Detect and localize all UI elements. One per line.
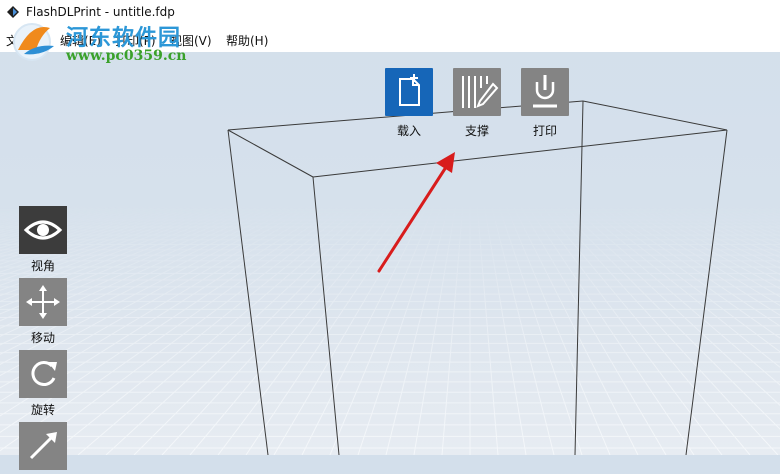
- load-label: 载入: [396, 124, 421, 138]
- support-pencil-icon: [462, 76, 499, 108]
- view-angle-button[interactable]: [19, 206, 67, 254]
- menu-help[interactable]: 帮助(H): [226, 32, 268, 49]
- rotate-icon: [31, 361, 57, 386]
- load-button[interactable]: [385, 68, 433, 116]
- file-add-icon: [399, 74, 420, 106]
- build-volume-box: [227, 100, 728, 455]
- rotate-button[interactable]: [19, 350, 67, 398]
- watermark-logo-icon: [13, 23, 54, 61]
- scale-icon: [29, 432, 57, 460]
- move-button[interactable]: [19, 278, 67, 326]
- print-label: 打印: [532, 124, 557, 138]
- eye-icon: [23, 220, 63, 240]
- rotate-label: 旋转: [30, 403, 55, 417]
- print-button[interactable]: [521, 68, 569, 116]
- print-bed-grid: [0, 204, 780, 455]
- view-angle-label: 视角: [30, 259, 55, 273]
- scale-button[interactable]: [19, 422, 67, 470]
- site-watermark: 河东软件园 www.pc0359.cn: [0, 10, 220, 70]
- support-label: 支撑: [464, 124, 489, 138]
- printer-icon: [533, 75, 557, 108]
- watermark-url: www.pc0359.cn: [66, 48, 187, 64]
- move-arrows-icon: [26, 285, 60, 319]
- move-label: 移动: [30, 331, 55, 345]
- support-button[interactable]: [453, 68, 501, 116]
